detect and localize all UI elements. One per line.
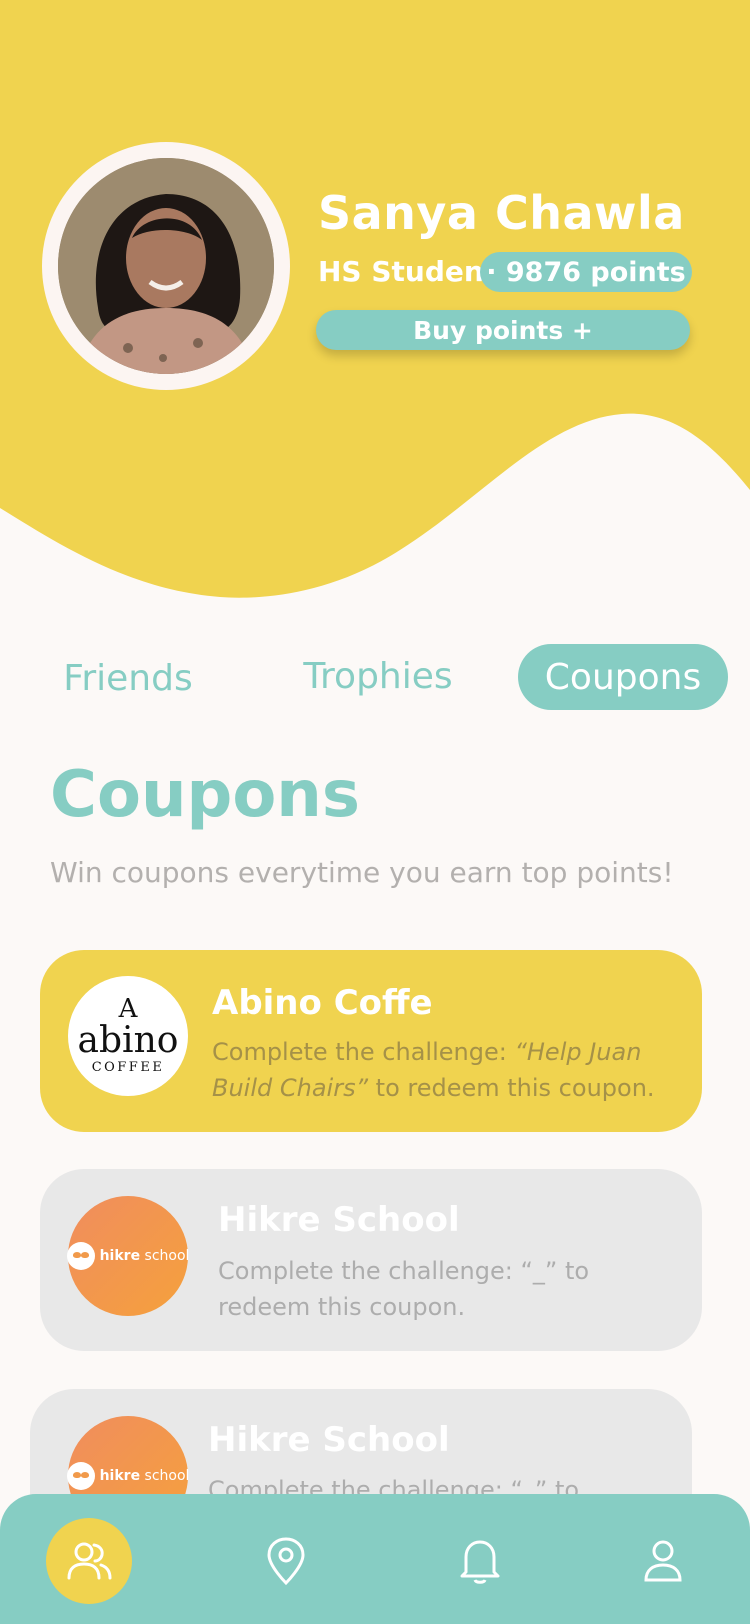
nav-friends[interactable] [46,1518,132,1604]
hikre-logo-rest: school [140,1468,190,1484]
coupon-desc-prefix: Complete the challenge: [212,1038,515,1066]
points-badge: · 9876 points [480,252,692,292]
coupon-title: Abino Coffe [212,983,433,1023]
tab-friends[interactable]: Friends [40,645,216,711]
hikre-logo-bold: hikre [99,1468,141,1484]
hikre-logo-rest: school [140,1248,190,1264]
coupon-description: Complete the challenge: “_” to redeem th… [218,1257,590,1321]
avatar-photo [58,158,274,374]
abino-logo-word: abino [77,1020,179,1061]
profile-role: HS Student [318,255,498,288]
nav-notifications[interactable] [437,1518,523,1604]
coupon-title: Hikre School [218,1200,460,1240]
bell-icon [460,1540,500,1584]
user-icon [644,1540,682,1582]
coupon-title: Hikre School [208,1420,450,1460]
abino-logo-sub: COFFEE [91,1060,165,1075]
nav-map[interactable] [243,1518,329,1604]
buy-points-button[interactable]: Buy points + [316,310,690,350]
abino-coffee-logo: A abino COFFEE [68,976,188,1096]
profile-name: Sanya Chawla [318,186,685,240]
hikre-mark-icon [66,1242,95,1270]
hikre-school-logo: hikre school [66,1196,190,1316]
abino-logo-mark: A [118,994,138,1024]
nav-profile[interactable] [620,1518,706,1604]
hikre-mark-icon [66,1462,95,1490]
coupon-description: Complete the challenge: “Help Juan Build… [212,1034,672,1106]
section-title: Coupons [50,758,360,832]
tab-coupons[interactable]: Coupons [518,644,728,710]
tab-trophies[interactable]: Trophies [286,643,470,709]
friends-icon [67,1542,112,1580]
map-pin-icon [267,1537,305,1586]
coupon-desc-suffix: to redeem this coupon. [368,1074,655,1102]
hikre-logo-bold: hikre [99,1248,141,1264]
section-subtitle: Win coupons everytime you earn top point… [50,856,674,889]
avatar[interactable] [58,158,274,374]
